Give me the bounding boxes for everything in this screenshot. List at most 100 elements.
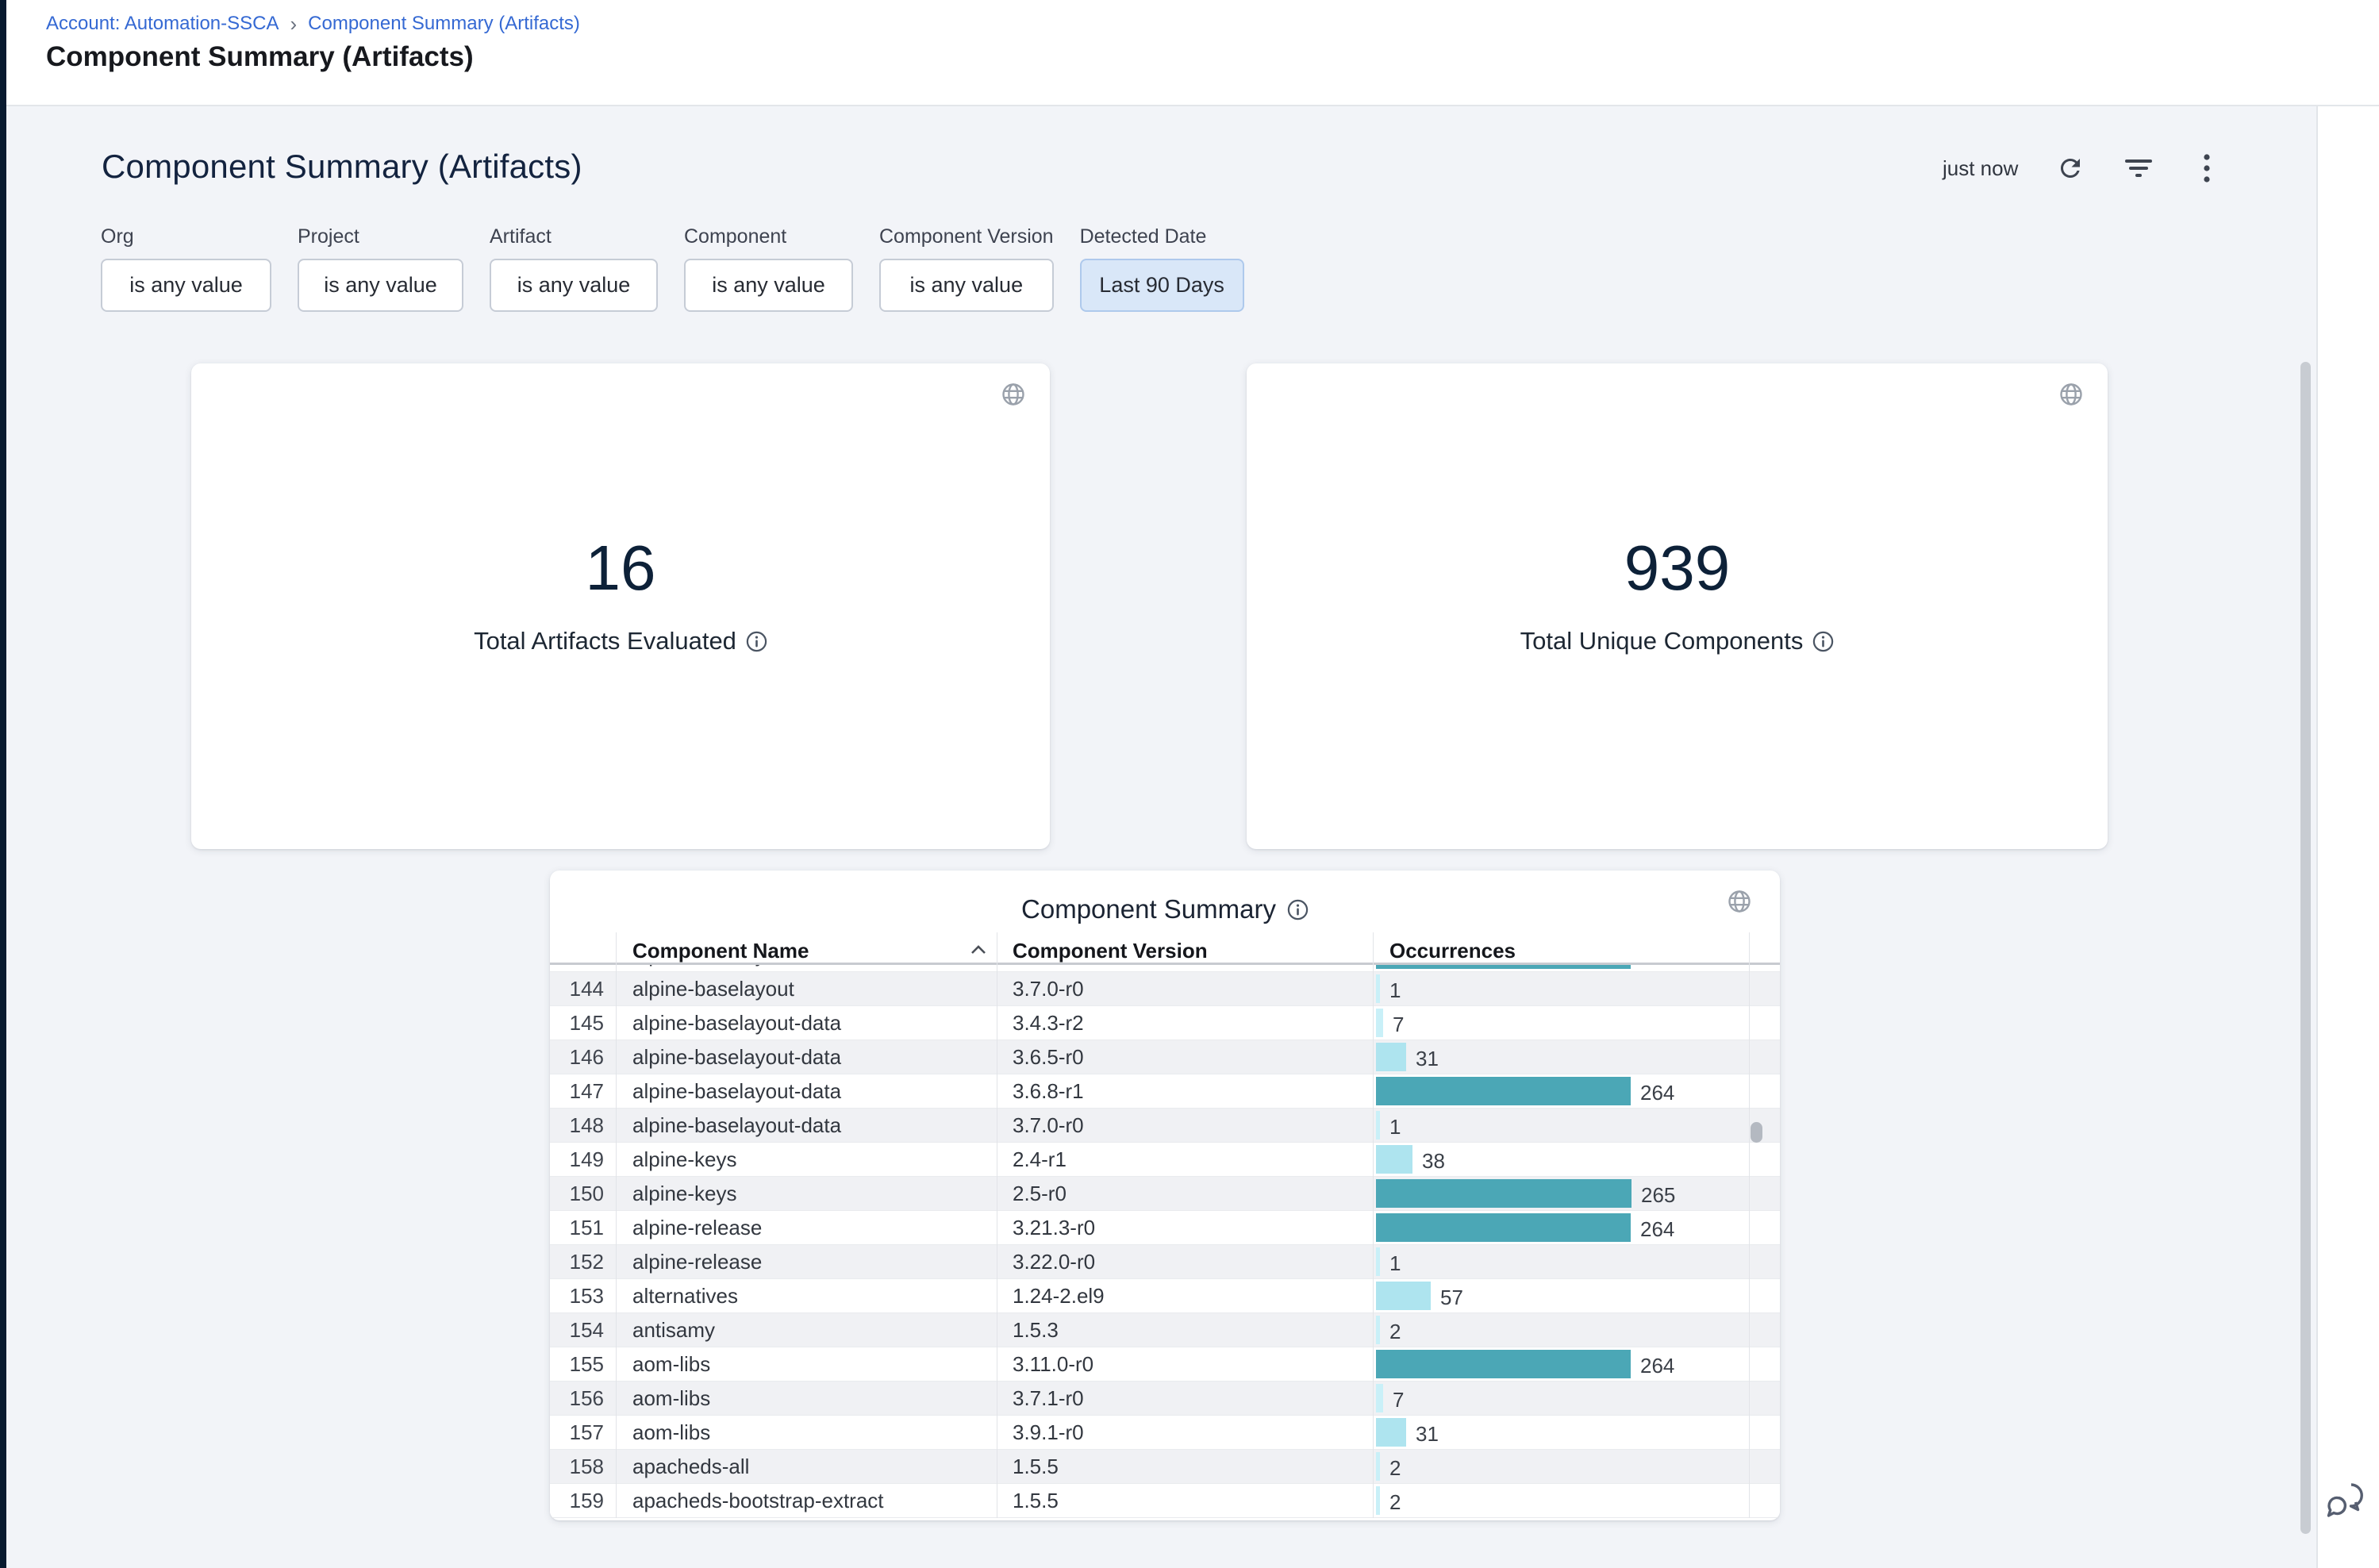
column-header-component-version[interactable]: Component Version <box>1013 939 1208 963</box>
table-row[interactable]: 145 alpine-baselayout-data 3.4.3-r2 7 <box>550 1006 1780 1040</box>
refresh-icon[interactable] <box>2054 152 2086 184</box>
filter-button-org[interactable]: is any value <box>101 259 271 312</box>
filter-bar: Orgis any valueProjectis any valueArtifa… <box>101 225 1244 312</box>
component-name-cell: alternatives <box>632 1279 738 1312</box>
occurrences-bar[interactable] <box>1376 1247 1380 1276</box>
row-number: 145 <box>550 1006 604 1040</box>
table-row[interactable]: 144alpine-baselayout3.7.0-r01 <box>550 972 1780 1006</box>
filter-icon[interactable] <box>2123 152 2154 184</box>
breadcrumb-page-link[interactable]: Component Summary (Artifacts) <box>308 13 580 35</box>
occurrences-value: 7 <box>1393 1382 1404 1415</box>
occurrences-value: 2 <box>1389 1484 1401 1517</box>
occurrences-bar[interactable] <box>1376 1350 1631 1378</box>
occurrences-bar[interactable] <box>1376 974 1380 1003</box>
component-summary-table-card: Component Summary Component Name Compone… <box>550 870 1780 1520</box>
row-number: 157 <box>550 1416 604 1449</box>
occurrences-value: 1 <box>1389 972 1401 1005</box>
occurrences-bar[interactable] <box>1376 1384 1383 1412</box>
occurrences-bar[interactable] <box>1376 1111 1380 1139</box>
page-header: Account: Automation-SSCA › Component Sum… <box>6 0 2379 105</box>
component-name-cell: antisamy <box>632 1313 715 1347</box>
table-row[interactable]: 154antisamy1.5.32 <box>550 1313 1780 1347</box>
occurrences-bar[interactable] <box>1376 1145 1412 1174</box>
stat-label: Total Unique Components <box>1520 627 1804 655</box>
table-row[interactable]: 147alpine-baselayout-data3.6.8-r1264 <box>550 1074 1780 1109</box>
occurrences-bar[interactable] <box>1376 1077 1631 1105</box>
stat-card-total-artifacts: 16 Total Artifacts Evaluated <box>191 363 1050 849</box>
more-options-kebab-icon[interactable] <box>2191 152 2223 184</box>
table-row[interactable]: 146alpine-baselayout-data3.6.5-r031 <box>550 1040 1780 1074</box>
table-row[interactable]: 155aom-libs3.11.0-r0264 <box>550 1347 1780 1382</box>
occurrences-bar[interactable] <box>1376 1486 1380 1515</box>
table-row[interactable]: 153alternatives1.24-2.el957 <box>550 1279 1780 1313</box>
column-header-component-name[interactable]: Component Name <box>632 939 809 963</box>
occurrences-value: 264 <box>1640 1211 1674 1244</box>
component-name-cell: apacheds-all <box>632 1450 749 1483</box>
component-version-cell: 3.4.3-r2 <box>1013 1006 1084 1040</box>
table-row[interactable]: 149alpine-keys2.4-r138 <box>550 1143 1780 1177</box>
occurrences-bar[interactable] <box>1376 1009 1383 1037</box>
row-number: 159 <box>550 1484 604 1517</box>
breadcrumb-account-link[interactable]: Account: Automation-SSCA <box>46 13 279 35</box>
occurrences-bar[interactable] <box>1376 965 1631 969</box>
info-icon[interactable] <box>1812 631 1834 652</box>
component-version-cell: 3.6.8-r1 <box>1013 965 1084 971</box>
info-icon[interactable] <box>1287 899 1309 920</box>
table-row[interactable]: 151alpine-release3.21.3-r0264 <box>550 1211 1780 1245</box>
occurrences-bar[interactable] <box>1376 1418 1406 1447</box>
page-scrollbar-thumb[interactable] <box>2300 362 2311 1534</box>
occurrences-value: 264 <box>1640 1074 1674 1108</box>
filter-button-component-version[interactable]: is any value <box>879 259 1054 312</box>
occurrences-value: 31 <box>1416 1416 1439 1449</box>
component-version-cell: 2.4-r1 <box>1013 1143 1067 1176</box>
table-row[interactable]: 143alpine-baselayout3.6.8-r1264 <box>550 965 1780 972</box>
filter-group-org: Orgis any value <box>101 225 271 312</box>
occurrences-value: 1 <box>1389 1245 1401 1278</box>
row-number: 146 <box>550 1040 604 1074</box>
occurrences-value: 7 <box>1393 1006 1404 1040</box>
occurrences-value: 31 <box>1416 1040 1439 1074</box>
row-number: 150 <box>550 1177 604 1210</box>
filter-button-artifact[interactable]: is any value <box>490 259 658 312</box>
table-row[interactable]: 159apacheds-bootstrap-extract1.5.52 <box>550 1484 1780 1518</box>
row-number: 147 <box>550 1074 604 1108</box>
table-row[interactable]: 152alpine-release3.22.0-r01 <box>550 1245 1780 1279</box>
component-name-cell: alpine-release <box>632 1211 762 1244</box>
row-number: 152 <box>550 1245 604 1278</box>
occurrences-bar[interactable] <box>1376 1213 1631 1242</box>
table-row[interactable]: 158apacheds-all1.5.52 <box>550 1450 1780 1484</box>
row-number: 155 <box>550 1347 604 1381</box>
table-body-scroll-area[interactable]: 143alpine-baselayout3.6.8-r1264144alpine… <box>550 965 1780 1518</box>
table-scrollbar-thumb[interactable] <box>1751 1122 1762 1143</box>
filter-button-component[interactable]: is any value <box>684 259 853 312</box>
table-row[interactable]: 150alpine-keys2.5-r0265 <box>550 1177 1780 1211</box>
occurrences-bar[interactable] <box>1376 1043 1406 1071</box>
table-row[interactable]: 148alpine-baselayout-data3.7.0-r01 <box>550 1109 1780 1143</box>
component-version-cell: 3.9.1-r0 <box>1013 1416 1084 1449</box>
occurrences-bar[interactable] <box>1376 1179 1631 1208</box>
table-row[interactable]: 156aom-libs3.7.1-r07 <box>550 1382 1780 1416</box>
globe-icon[interactable] <box>1001 382 1025 406</box>
filter-button-project[interactable]: is any value <box>298 259 463 312</box>
sort-ascending-icon[interactable] <box>969 943 988 956</box>
column-header-occurrences[interactable]: Occurrences <box>1389 939 1516 963</box>
occurrences-bar[interactable] <box>1376 1282 1431 1310</box>
occurrences-bar[interactable] <box>1376 1452 1380 1481</box>
chat-help-icon[interactable] <box>2325 1479 2368 1522</box>
occurrences-value: 265 <box>1641 1177 1675 1210</box>
occurrences-value: 2 <box>1389 1450 1401 1483</box>
occurrences-value: 38 <box>1422 1143 1445 1176</box>
filter-button-detected-date[interactable]: Last 90 Days <box>1080 259 1244 312</box>
breadcrumb-separator-icon: › <box>290 14 297 33</box>
table-row[interactable]: 157aom-libs3.9.1-r031 <box>550 1416 1780 1450</box>
component-version-cell: 1.24-2.el9 <box>1013 1279 1105 1312</box>
info-icon[interactable] <box>746 631 767 652</box>
component-name-cell: alpine-baselayout-data <box>632 1006 841 1040</box>
component-version-cell: 3.6.8-r1 <box>1013 1074 1084 1108</box>
occurrences-value: 264 <box>1640 965 1674 971</box>
globe-icon[interactable] <box>2059 382 2083 406</box>
filter-label: Project <box>298 225 463 248</box>
stat-label: Total Artifacts Evaluated <box>474 627 736 655</box>
occurrences-bar[interactable] <box>1376 1316 1380 1344</box>
stat-card-total-unique-components: 939 Total Unique Components <box>1247 363 2108 849</box>
